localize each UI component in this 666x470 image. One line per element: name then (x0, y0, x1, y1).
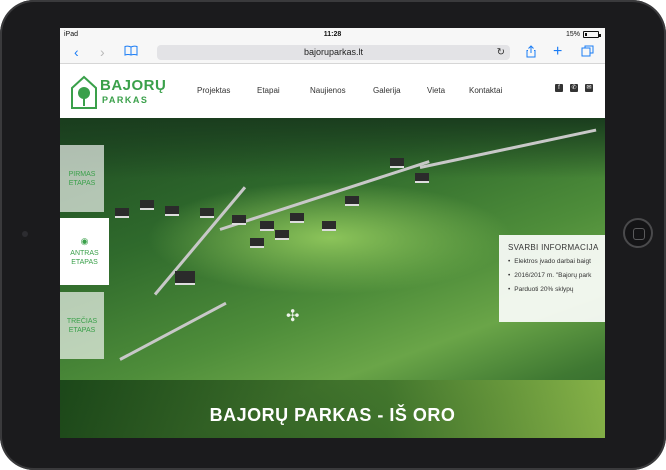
stage-label: PIRMAS (68, 170, 96, 178)
drone-icon: ✣ (286, 308, 300, 325)
stage-tab-pirmas[interactable]: PIRMAS ETAPAS (60, 145, 104, 212)
nav-naujienos[interactable]: Naujienos (310, 86, 373, 95)
nav-vieta[interactable]: Vieta (427, 86, 469, 95)
social-links: f ✆ ✉ (555, 84, 593, 92)
site-logo[interactable]: BAJORŲ PARKAS (70, 74, 166, 112)
hero-section: ✣ PIRMAS ETAPAS ◉ ANTRAS ETAPAS TREČIAS … (60, 118, 605, 438)
nav-etapai[interactable]: Etapai (257, 86, 310, 95)
home-button[interactable] (623, 218, 653, 248)
url-text: bajoruparkas.lt (303, 47, 364, 57)
screen: iPad 11:28 15% ‹ › bajoruparkas.lt ↻ + B… (60, 28, 605, 438)
site-header: BAJORŲ PARKAS Projektas Etapai Naujienos… (60, 65, 605, 118)
stage-tab-trecias[interactable]: TREČIAS ETAPAS (60, 292, 104, 359)
reload-icon[interactable]: ↻ (497, 45, 505, 60)
mail-icon[interactable]: ✉ (585, 84, 593, 92)
info-panel: SVARBI INFORMACIJA Elektros įvado darbai… (499, 235, 605, 322)
clock: 11:28 (323, 31, 342, 38)
stage-label: ETAPAS (68, 326, 96, 334)
forward-icon[interactable]: › (100, 45, 105, 59)
tabs-icon[interactable] (581, 45, 594, 59)
stage-label: ANTRAS (70, 249, 99, 257)
back-icon[interactable]: ‹ (74, 45, 79, 59)
house-tree-logo-icon (71, 75, 97, 109)
nav-projektas[interactable]: Projektas (197, 86, 257, 95)
stage-label: ETAPAS (68, 179, 96, 187)
battery-icon (583, 31, 601, 38)
stage-tab-antras[interactable]: ◉ ANTRAS ETAPAS (60, 218, 109, 285)
info-list: Elektros įvado darbai baigt 2016/2017 m.… (508, 258, 605, 293)
logo-title: BAJORŲ (100, 77, 167, 94)
address-bar[interactable]: bajoruparkas.lt ↻ (157, 45, 510, 60)
share-icon[interactable] (526, 45, 536, 60)
facebook-icon[interactable]: f (555, 84, 563, 92)
battery-indicator: 15% (565, 31, 601, 38)
hero-title: BAJORŲ PARKAS - IŠ ORO (209, 405, 456, 425)
stage-label: TREČIAS (66, 317, 98, 325)
list-item: Parduoti 20% sklypų (508, 286, 605, 293)
browser-toolbar: ‹ › bajoruparkas.lt ↻ + (60, 42, 605, 64)
front-camera (22, 231, 28, 237)
nav-kontaktai[interactable]: Kontaktai (469, 86, 502, 95)
battery-percent: 15% (565, 31, 580, 38)
new-tab-icon[interactable]: + (553, 44, 562, 60)
phone-icon[interactable]: ✆ (570, 84, 578, 92)
status-bar: iPad 11:28 15% (60, 28, 605, 42)
stage-label: ETAPAS (71, 258, 98, 266)
nav-galerija[interactable]: Galerija (373, 86, 427, 95)
list-item: Elektros įvado darbai baigt (508, 258, 605, 265)
eye-icon: ◉ (80, 235, 89, 246)
bookmarks-icon[interactable] (124, 45, 138, 60)
tablet-frame: iPad 11:28 15% ‹ › bajoruparkas.lt ↻ + B… (0, 0, 666, 470)
main-navigation: Projektas Etapai Naujienos Galerija Viet… (197, 86, 502, 95)
list-item: 2016/2017 m. "Bajorų park (508, 272, 605, 279)
info-title: SVARBI INFORMACIJA (508, 243, 599, 252)
logo-subtitle: PARKAS (102, 95, 149, 105)
